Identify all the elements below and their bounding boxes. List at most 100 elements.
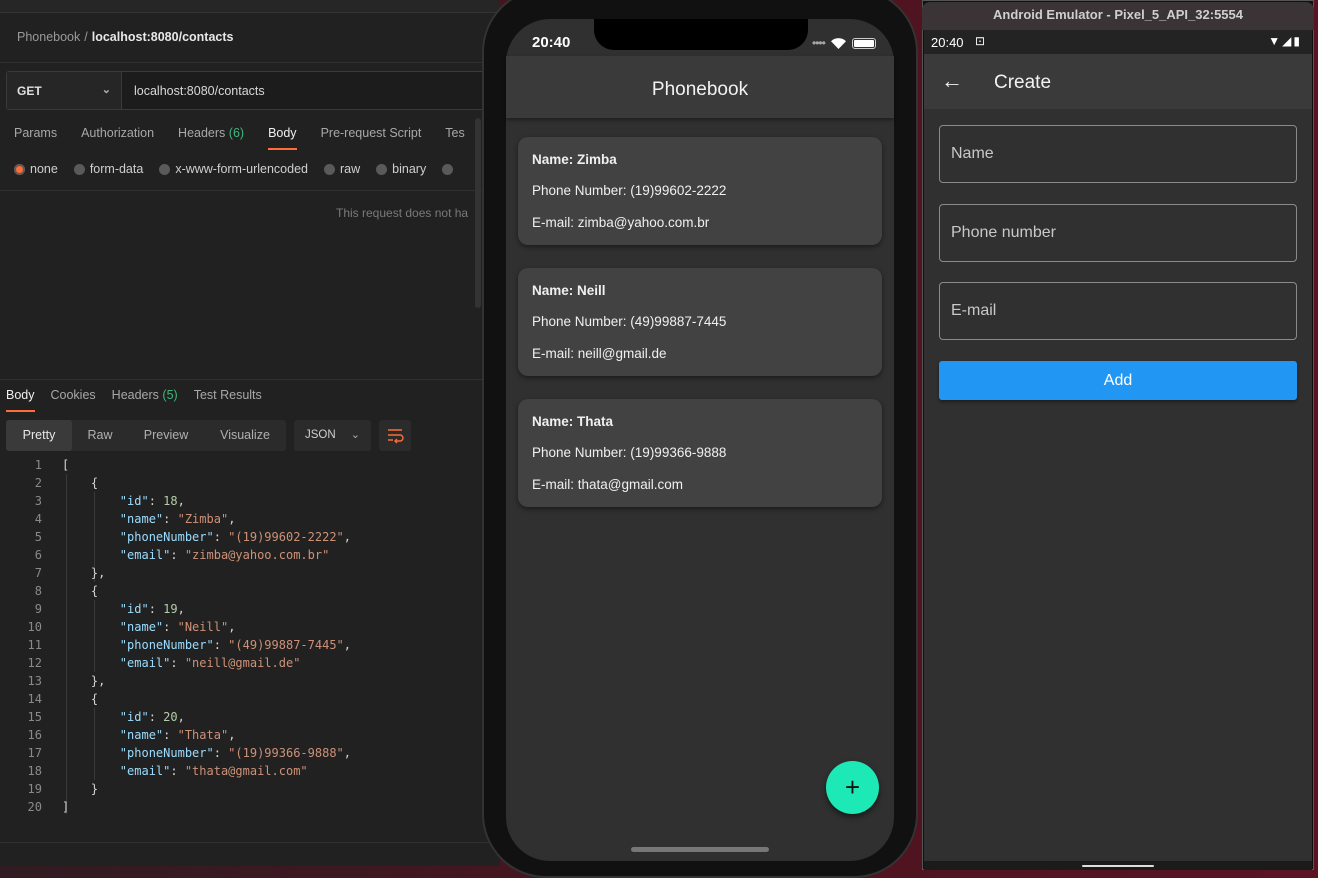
code-text: { [62, 584, 99, 598]
line-number: 20 [27, 800, 42, 814]
radio-icon [159, 163, 171, 175]
signal-icon: ◢ [1282, 34, 1294, 48]
view-mode-preview[interactable]: Preview [128, 420, 204, 451]
signal-icon: •••• [812, 36, 826, 50]
tab-pre-request-script[interactable]: Pre-request Script [321, 126, 422, 140]
line-number: 1 [34, 458, 42, 472]
response-tab-test-results[interactable]: Test Results [194, 388, 262, 402]
line-number: 8 [34, 584, 42, 598]
code-text: } [62, 782, 99, 796]
tab-strip [0, 0, 500, 13]
line-number: 19 [27, 782, 42, 796]
code-text: "id": 18, [119, 494, 185, 508]
radio-label: raw [340, 162, 361, 176]
tab-body[interactable]: Body [268, 126, 297, 150]
add-button[interactable]: Add [939, 361, 1297, 400]
email-field[interactable]: E-mail [939, 282, 1297, 340]
tab-params[interactable]: Params [14, 126, 57, 140]
name-field[interactable]: Name [939, 125, 1297, 183]
gesture-handle[interactable] [1082, 865, 1154, 867]
code-line: 7 }, [0, 564, 480, 582]
code-line: 18 "email": "thata@gmail.com" [0, 762, 480, 780]
contact-card[interactable]: Name: Zimba Phone Number: (19)99602-2222… [518, 137, 882, 245]
response-tabs: Body Cookies Headers (5) Test Results [6, 388, 262, 412]
code-line: 1[ [0, 456, 480, 474]
ios-status-time: 20:40 [532, 34, 571, 51]
code-text: "phoneNumber": "(19)99366-9888", [119, 746, 351, 760]
method-value: GET [17, 84, 42, 98]
response-tab-headers-label: Headers [111, 388, 159, 402]
code-text: "email": "zimba@yahoo.com.br" [119, 548, 330, 562]
home-indicator[interactable] [631, 847, 769, 852]
view-mode-visualize[interactable]: Visualize [204, 420, 286, 451]
radio-form-data[interactable]: form-data [73, 162, 144, 176]
radio-none[interactable]: none [14, 162, 58, 176]
breadcrumb-collection[interactable]: Phonebook [17, 30, 80, 44]
radio-raw[interactable]: raw [324, 162, 360, 176]
line-number: 6 [34, 548, 42, 562]
phone-number-field[interactable]: Phone number [939, 204, 1297, 262]
method-select[interactable]: GET ⌄ [7, 72, 122, 109]
tab-headers-label: Headers [178, 126, 226, 140]
code-line: 13 }, [0, 672, 480, 690]
request-url-bar: GET ⌄ localhost:8080/contacts [6, 71, 500, 110]
radio-graphql[interactable] [442, 162, 454, 176]
tab-authorization[interactable]: Authorization [81, 126, 154, 140]
view-mode-raw[interactable]: Raw [72, 420, 128, 451]
code-line: 17 "phoneNumber": "(19)99366-9888", [0, 744, 480, 762]
wifi-icon [830, 37, 846, 49]
code-text: }, [62, 566, 106, 580]
breadcrumb-request[interactable]: localhost:8080/contacts [92, 30, 234, 44]
email-field-label: E-mail [951, 302, 997, 319]
line-number: 17 [27, 746, 42, 760]
scrollbar[interactable] [475, 118, 481, 308]
view-mode-switch: Pretty Raw Preview Visualize [6, 420, 286, 451]
code-line: 11 "phoneNumber": "(49)99887-7445", [0, 636, 480, 654]
response-tab-cookies[interactable]: Cookies [51, 388, 96, 402]
code-line: 14 { [0, 690, 480, 708]
line-number: 5 [34, 530, 42, 544]
sim-icon: ⊡ [975, 34, 986, 48]
contact-card[interactable]: Name: Thata Phone Number: (19)99366-9888… [518, 399, 882, 507]
tab-tests[interactable]: Tes [445, 126, 464, 140]
contact-name: Name: Thata [532, 414, 614, 429]
line-number: 7 [34, 566, 42, 580]
radio-binary[interactable]: binary [376, 162, 426, 176]
divider [0, 62, 500, 63]
contact-email: E-mail: zimba@yahoo.com.br [532, 215, 710, 230]
line-number: 10 [27, 620, 42, 634]
breadcrumb: Phonebook / localhost:8080/contacts [17, 30, 233, 44]
response-divider[interactable] [0, 379, 500, 380]
screen-title: Create [994, 72, 1052, 93]
code-line: 2 { [0, 474, 480, 492]
radio-label: x-www-form-urlencoded [175, 162, 308, 176]
ios-app-title: Phonebook [651, 79, 749, 100]
code-line: 9 "id": 19, [0, 600, 480, 618]
battery-icon [851, 37, 876, 49]
code-text: "email": "thata@gmail.com" [119, 764, 308, 778]
format-select[interactable]: JSON ⌄ [294, 420, 371, 451]
android-status-time: 20:40 [931, 35, 964, 50]
view-mode-pretty[interactable]: Pretty [6, 420, 72, 451]
response-tab-body[interactable]: Body [6, 388, 35, 412]
response-tab-headers[interactable]: Headers (5) [112, 388, 178, 402]
android-app-bar: ← Create [924, 54, 1312, 109]
contact-phone: Phone Number: (19)99366-9888 [532, 445, 727, 460]
tab-headers[interactable]: Headers (6) [178, 126, 244, 140]
code-line: 15 "id": 20, [0, 708, 480, 726]
add-contact-button[interactable]: + [826, 761, 879, 814]
wifi-icon: ▼ [1268, 34, 1283, 48]
request-tabs: Params Authorization Headers (6) Body Pr… [14, 126, 465, 150]
line-number: 11 [27, 638, 42, 652]
contact-email: E-mail: thata@gmail.com [532, 477, 683, 492]
url-input[interactable]: localhost:8080/contacts [134, 84, 265, 98]
line-number: 4 [34, 512, 42, 526]
radio-x-www-form-urlencoded[interactable]: x-www-form-urlencoded [159, 162, 308, 176]
response-body-editor[interactable]: 1[2 {3 "id": 18, 4 "name": "Zimba", 5 "pho… [0, 456, 480, 816]
back-arrow-icon[interactable]: ← [941, 68, 963, 94]
contact-phone: Phone Number: (49)99887-7445 [532, 314, 727, 329]
contact-card[interactable]: Name: Neill Phone Number: (49)99887-7445… [518, 268, 882, 376]
radio-label: form-data [89, 162, 144, 176]
wrap-lines-button[interactable] [379, 420, 411, 451]
contact-phone: Phone Number: (19)99602-2222 [532, 183, 727, 198]
